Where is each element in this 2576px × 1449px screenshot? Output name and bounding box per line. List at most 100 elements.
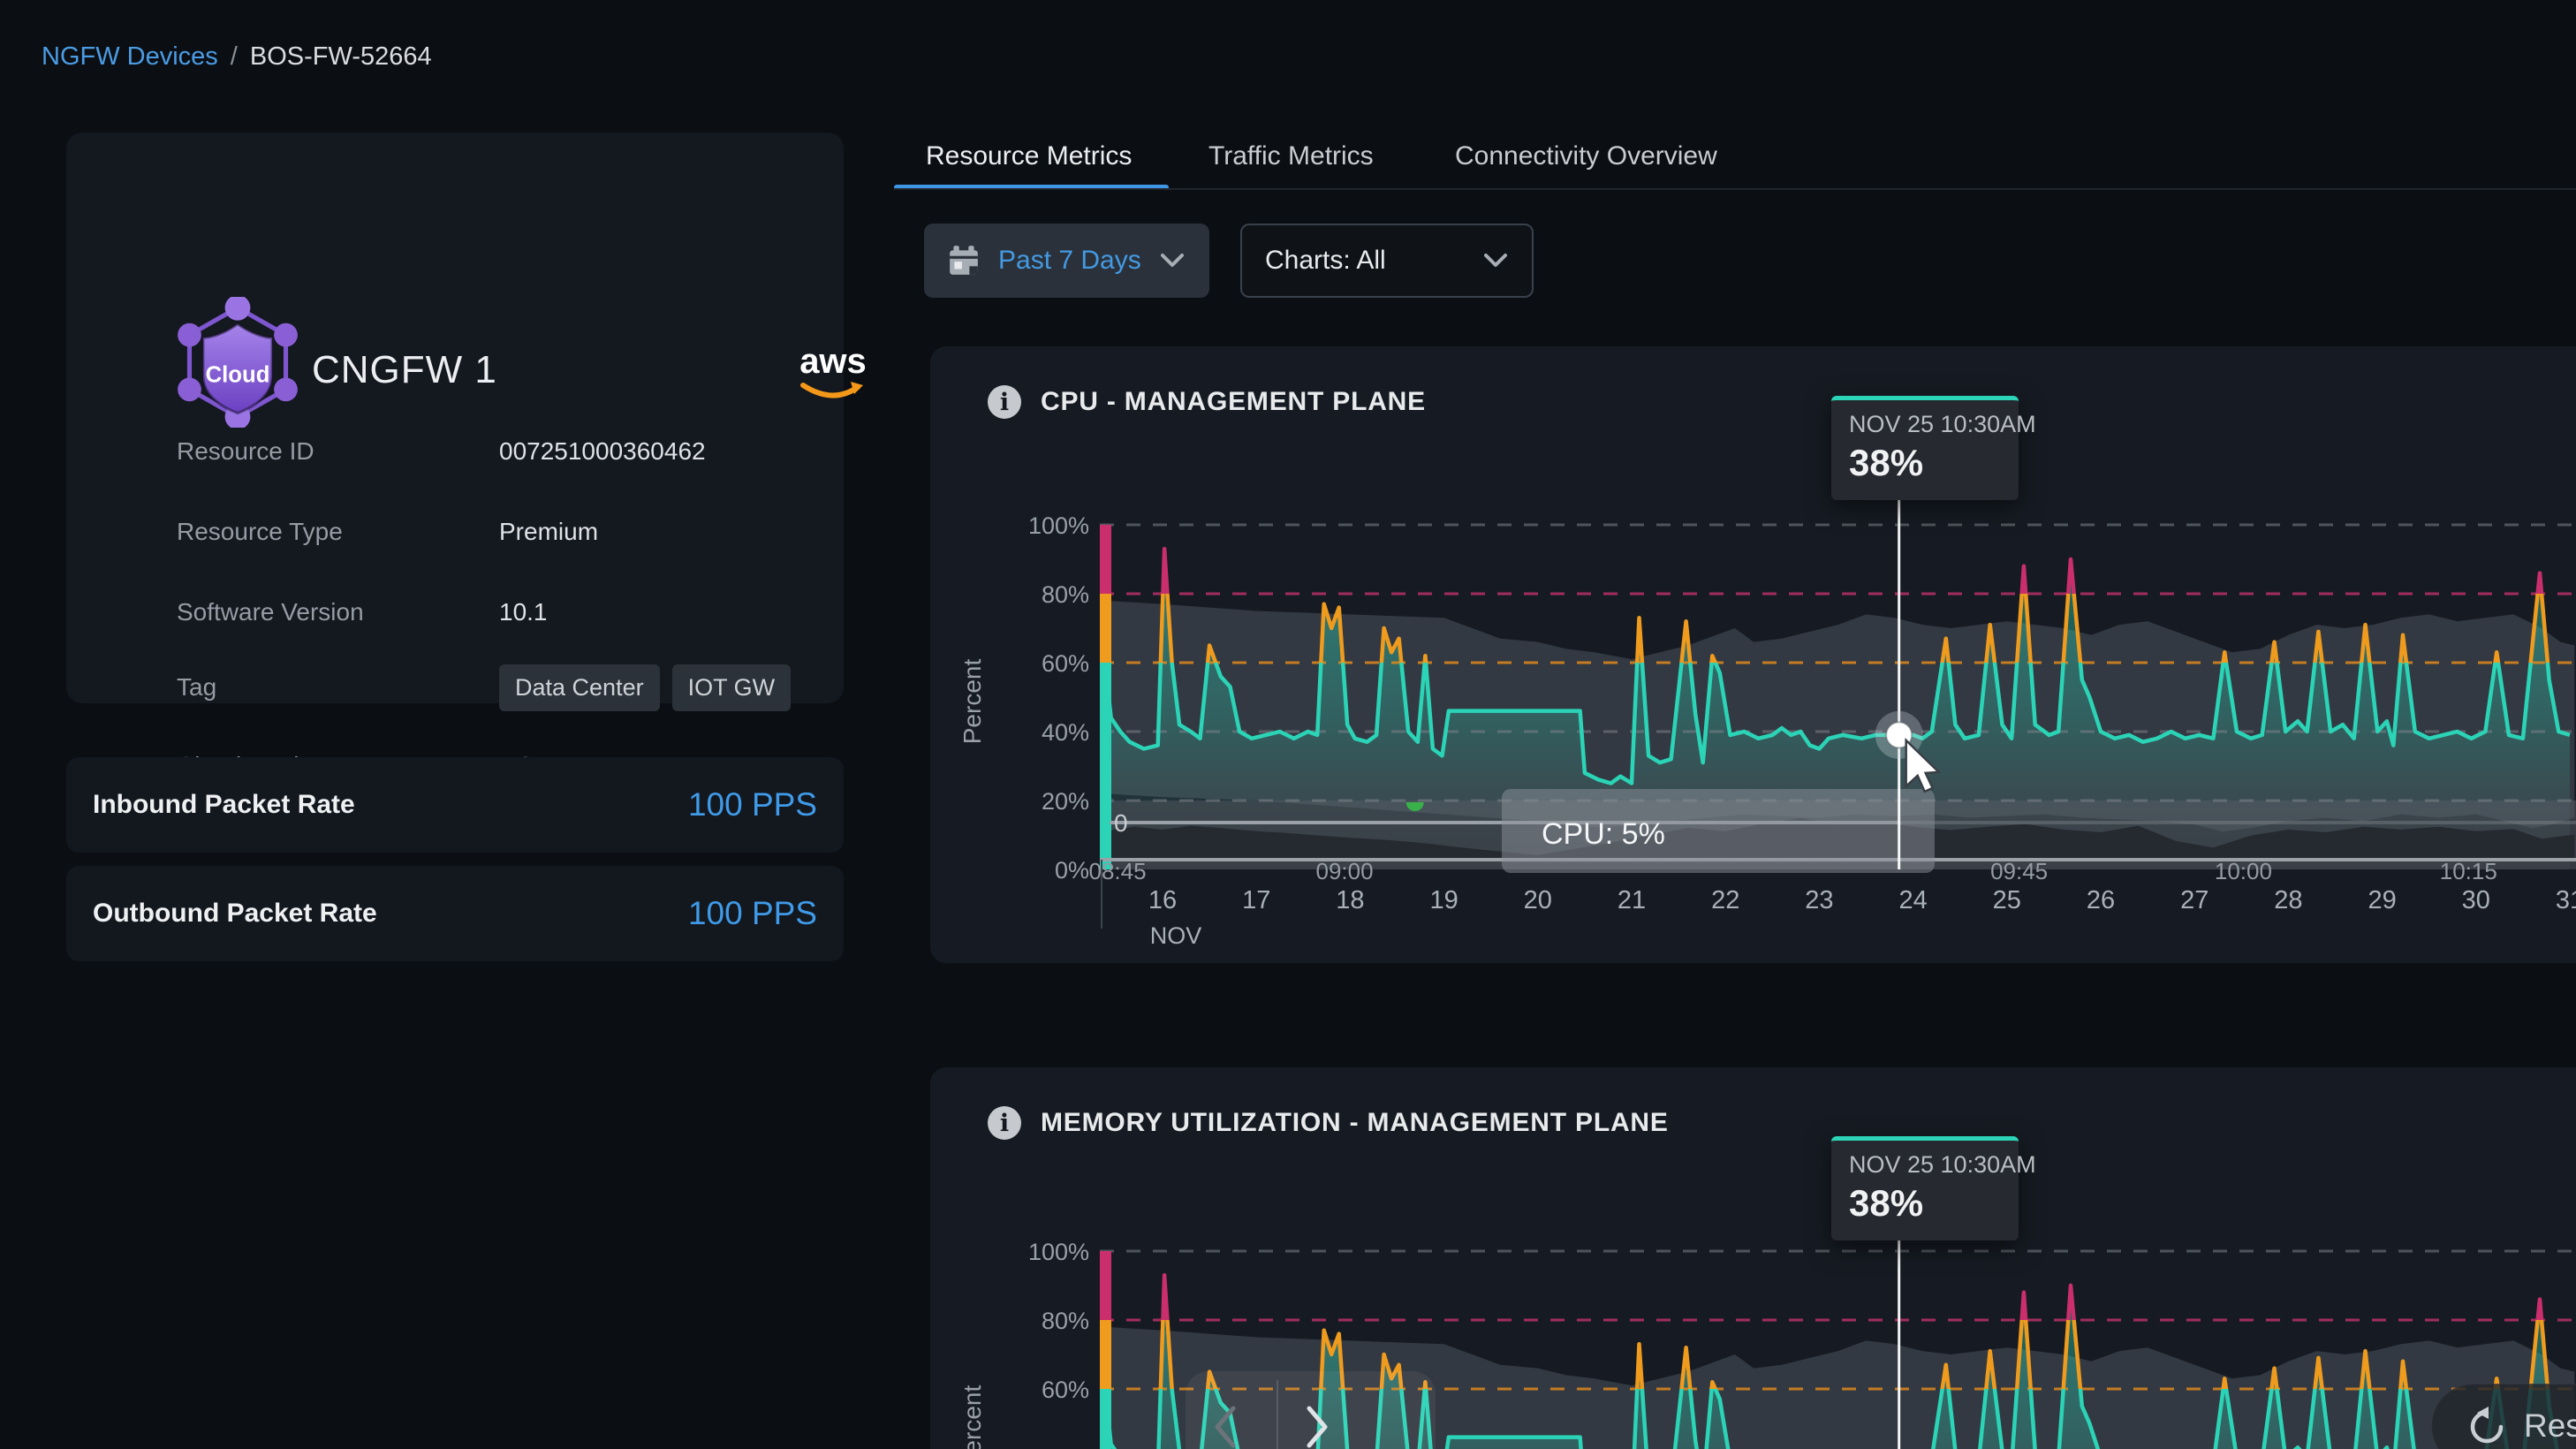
x-time-label: 09:00 (1315, 858, 1373, 884)
y-tick-label: 0% (1055, 857, 1089, 884)
yaxis-band-warning (1100, 1320, 1111, 1389)
yaxis-band-critical (1100, 525, 1111, 594)
device-name: CNGFW 1 (312, 348, 497, 392)
device-field-value: 10.1 (499, 598, 548, 626)
date-range-label: Past 7 Days (998, 246, 1141, 276)
y-tick-label: 40% (1042, 719, 1089, 746)
chevron-down-icon (1159, 252, 1186, 269)
tag-chip: IOT GW (672, 664, 792, 711)
x-time-label: 10:15 (2440, 858, 2497, 884)
x-day-label: 18 (1336, 886, 1364, 914)
chevron-left-icon[interactable] (1210, 1401, 1240, 1449)
restart-button-label: Restart (2524, 1407, 2576, 1445)
cloud-shield-hexagon-icon: Cloud (174, 297, 301, 428)
outbound-packet-rate-card: Outbound Packet Rate 100 PPS (66, 866, 844, 961)
yaxis-band-warning (1100, 594, 1111, 663)
chevron-right-icon[interactable] (1302, 1401, 1332, 1449)
x-day-label: 21 (1618, 886, 1646, 914)
x-day-label: 22 (1711, 886, 1739, 914)
info-icon[interactable]: i (988, 1106, 1021, 1140)
stat-value: 100 PPS (688, 895, 817, 932)
x-day-label: 19 (1429, 886, 1458, 914)
device-field-label: Resource ID (177, 437, 499, 466)
x-day-label: 20 (1524, 886, 1552, 914)
breadcrumb-current: BOS-FW-52664 (250, 42, 432, 72)
device-field-value: Premium (499, 518, 598, 546)
x-day-label: 27 (2180, 886, 2209, 914)
y-tick-label: 60% (1042, 1377, 1089, 1403)
tab-resource-metrics[interactable]: Resource Metrics (926, 141, 1132, 171)
charts-dropdown-label: Charts: All (1265, 246, 1386, 276)
y-tick-label: 60% (1042, 650, 1089, 677)
y-axis-title: Percent (958, 659, 986, 745)
x-day-label: 17 (1242, 886, 1270, 914)
x-day-label: 24 (1898, 886, 1927, 914)
x-time-label: 10:00 (2215, 858, 2272, 884)
tag-chip: Data Center (499, 664, 660, 711)
stat-label: Inbound Packet Rate (93, 790, 355, 820)
cpu-hover-tooltip: NOV 25 10:30AM 38% (1831, 396, 2019, 500)
x-day-label: 28 (2274, 886, 2302, 914)
hover-readout-text: CPU: 5% (1542, 817, 1665, 851)
device-field-row: Resource TypePremium (177, 518, 813, 546)
x-day-label: 26 (2087, 886, 2115, 914)
breadcrumb-parent-link[interactable]: NGFW Devices (42, 42, 218, 72)
y-tick-label: 80% (1042, 1308, 1089, 1334)
tooltip-value: 38% (1849, 1182, 2019, 1225)
device-field-label: Software Version (177, 598, 499, 626)
device-field-label: Tag (177, 673, 499, 711)
tab-traffic-metrics[interactable]: Traffic Metrics (1208, 141, 1374, 171)
x-day-label: 31 (2556, 886, 2576, 914)
y-tick-label: 80% (1042, 581, 1089, 608)
x-day-label: 29 (2368, 886, 2396, 914)
pager-divider (1277, 1380, 1278, 1449)
x-day-label: 16 (1148, 886, 1177, 914)
device-field-label: Resource Type (177, 518, 499, 546)
x-month-label: NOV (1150, 922, 1202, 949)
tab-connectivity-overview[interactable]: Connectivity Overview (1455, 141, 1717, 171)
device-field-row: Software Version10.1 (177, 598, 813, 626)
stat-label: Outbound Packet Rate (93, 899, 377, 929)
device-info-card: Cloud CNGFW 1 aws Resource ID00725100036… (66, 133, 844, 703)
inbound-packet-rate-card: Inbound Packet Rate 100 PPS (66, 757, 844, 853)
tooltip-timestamp: NOV 25 10:30AM (1849, 411, 2019, 438)
breadcrumb: NGFW Devices / BOS-FW-52664 (42, 42, 432, 72)
svg-text:aws: aws (799, 342, 867, 381)
info-icon[interactable]: i (988, 385, 1021, 419)
cpu-chart-card: 0 08:45 09:00 09:45 10:00 10:15 16 17 18 19 20 21 22… (930, 346, 2576, 963)
y-axis-title: Percent (958, 1385, 986, 1449)
memory-chart-card: 16171819202122232425262728293031NOV0%20%… (930, 1067, 2576, 1449)
x-time-label: 09:45 (1990, 858, 2048, 884)
x-day-label: 23 (1805, 886, 1833, 914)
tab-strip-divider (894, 188, 2576, 190)
charts-dropdown[interactable]: Charts: All (1240, 224, 1534, 298)
memory-hover-tooltip: NOV 25 10:30AM 38% (1831, 1136, 2019, 1240)
yaxis-band-critical (1100, 1251, 1111, 1320)
tooltip-timestamp: NOV 25 10:30AM (1849, 1151, 2019, 1179)
calendar-icon (947, 244, 981, 277)
memory-chart-title: MEMORY UTILIZATION - MANAGEMENT PLANE (1041, 1108, 1669, 1138)
y-tick-label: 20% (1042, 788, 1089, 815)
stat-value: 100 PPS (688, 786, 817, 823)
cpu-chart-plot[interactable]: 0 08:45 09:00 09:45 10:00 10:15 16 17 18 19 20 21 22… (930, 346, 2576, 963)
x-time-label: 08:45 (1088, 858, 1146, 884)
device-icon-label: Cloud (206, 363, 270, 388)
x-day-label: 25 (1993, 886, 2021, 914)
cpu-chart-title: CPU - MANAGEMENT PLANE (1041, 387, 1426, 417)
x-day-label: 30 (2462, 886, 2490, 914)
y-tick-label: 40% (1042, 1445, 1089, 1449)
y-tick-label: 100% (1028, 1239, 1089, 1265)
date-range-dropdown[interactable]: Past 7 Days (924, 224, 1209, 298)
tooltip-value: 38% (1849, 442, 2019, 484)
breadcrumb-separator: / (231, 42, 238, 72)
restart-icon (2466, 1405, 2508, 1447)
restart-button[interactable]: Restart (2431, 1384, 2576, 1449)
chart-pager (1186, 1371, 1436, 1449)
navigator-zero-label: 0 (1114, 809, 1128, 837)
aws-logo-icon: aws (796, 336, 870, 410)
device-field-row: TagData CenterIOT GW (177, 673, 813, 711)
chevron-down-icon (1482, 252, 1509, 269)
device-field-row: Resource ID007251000360462 (177, 437, 813, 466)
device-field-value: 007251000360462 (499, 437, 706, 466)
y-tick-label: 100% (1028, 512, 1089, 539)
